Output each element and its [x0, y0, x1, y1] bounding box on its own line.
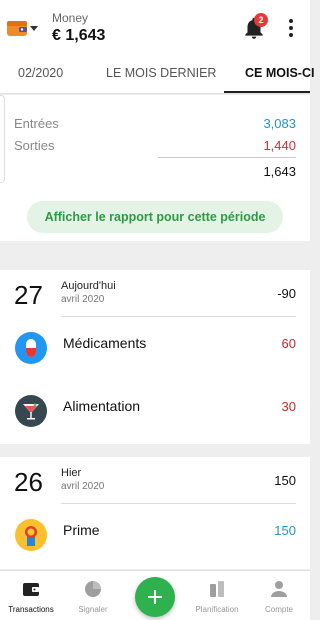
day-group: 26 Hier avril 2020 150 Prime 150 [0, 457, 310, 569]
top-app-bar: Money € 1,643 2 [0, 0, 310, 56]
nav-report[interactable]: Signaler [62, 571, 124, 620]
net-total-value: 1,643 [263, 164, 296, 179]
account-icon [271, 581, 287, 597]
nav-transactions[interactable]: Transactions [0, 571, 62, 620]
planning-icon [210, 581, 224, 597]
nav-label: Planification [195, 605, 239, 614]
wallet-selector[interactable] [6, 14, 42, 42]
wallet-name: Money [52, 11, 89, 25]
tab-february-2020[interactable]: 02/2020 [18, 56, 63, 94]
previous-period-card-edge [0, 95, 5, 183]
wallet-balance: € 1,643 [52, 27, 106, 44]
transaction-amount: 30 [281, 399, 296, 414]
award-medal-icon [15, 519, 47, 551]
medicine-icon [15, 332, 47, 364]
day-label: Aujourd'hui [61, 280, 116, 292]
transaction-row[interactable]: Médicaments 60 [0, 322, 310, 372]
more-vert-icon[interactable] [284, 16, 298, 40]
pie-chart-icon [85, 581, 101, 597]
active-tab-indicator [224, 91, 310, 93]
transaction-category: Prime [63, 522, 100, 538]
day-label: Hier [61, 467, 82, 479]
nav-account[interactable]: Compte [248, 571, 310, 620]
transaction-row[interactable]: Prime 150 [0, 509, 310, 559]
add-transaction-button[interactable] [135, 577, 175, 617]
expense-value: 1,440 [263, 138, 296, 153]
expense-label: Sorties [14, 138, 55, 153]
transaction-amount: 60 [281, 336, 296, 351]
day-number: 27 [14, 280, 43, 310]
transaction-category: Médicaments [63, 335, 147, 351]
period-tabs: 02/2020 LE MOIS DERNIER CE MOIS-CI [0, 56, 314, 94]
cocktail-icon [15, 395, 47, 427]
nav-label: Signaler [78, 605, 108, 614]
day-number: 26 [14, 467, 43, 497]
wallet-icon [7, 21, 27, 36]
day-group: 27 Aujourd'hui avril 2020 -90 Médicament… [0, 270, 310, 444]
income-value: 3,083 [263, 116, 296, 131]
nav-label: Compte [264, 605, 293, 614]
transaction-row[interactable]: Alimentation 30 [0, 385, 310, 435]
transaction-amount: 150 [274, 523, 296, 538]
day-month: avril 2020 [61, 481, 105, 492]
wallet-icon [23, 583, 39, 596]
chevron-down-icon [30, 25, 38, 31]
day-total: 150 [274, 473, 296, 488]
view-report-button[interactable]: Afficher le rapport pour cette période [27, 201, 283, 233]
day-total: -90 [277, 286, 296, 301]
transaction-category: Alimentation [63, 398, 141, 414]
nav-label: Transactions [8, 605, 54, 614]
period-summary: Entrées 3,083 Sorties 1,440 1,643 Affich… [0, 95, 310, 241]
tab-last-month[interactable]: LE MOIS DERNIER [106, 56, 216, 94]
summary-divider [158, 157, 296, 158]
tab-this-month[interactable]: CE MOIS-CI [245, 56, 314, 94]
day-divider [61, 316, 296, 317]
notification-badge: 2 [254, 13, 268, 27]
day-month: avril 2020 [61, 294, 105, 305]
nav-planning[interactable]: Planification [186, 571, 248, 620]
day-divider [61, 503, 296, 504]
income-label: Entrées [14, 116, 59, 131]
plus-icon [148, 590, 162, 604]
